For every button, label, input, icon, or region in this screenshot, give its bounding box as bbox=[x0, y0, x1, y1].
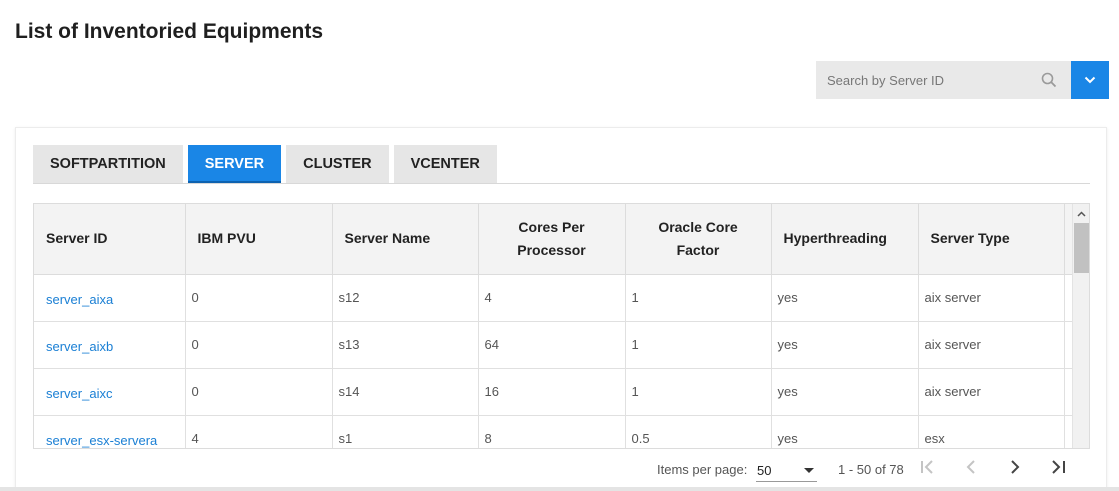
ibm-pvu-cell: 0 bbox=[185, 274, 333, 322]
previous-page-button[interactable] bbox=[957, 455, 985, 483]
tab-softpartition[interactable]: SOFTPARTITION bbox=[33, 145, 183, 183]
server-type-cell: aix server bbox=[918, 274, 1065, 322]
cores-cell: 64 bbox=[478, 321, 626, 369]
server-id-link[interactable]: server_aixc bbox=[46, 386, 112, 401]
server-id-cell[interactable]: server_aixa bbox=[34, 274, 186, 322]
items-per-page-value: 50 bbox=[757, 463, 772, 478]
table-row: server_aixa 0 s12 4 1 yes aix server bbox=[34, 274, 1074, 322]
table-scrollbar[interactable] bbox=[1072, 204, 1089, 448]
cores-cell: 16 bbox=[478, 368, 626, 416]
column-header-server-id[interactable]: Server ID bbox=[34, 204, 186, 275]
inventory-card: SOFTPARTITION SERVER CLUSTER VCENTER Ser… bbox=[15, 127, 1107, 491]
last-page-button[interactable] bbox=[1044, 455, 1072, 483]
tab-bar: SOFTPARTITION SERVER CLUSTER VCENTER bbox=[33, 145, 497, 183]
tab-cluster[interactable]: CLUSTER bbox=[286, 145, 389, 183]
oracle-core-factor-cell: 1 bbox=[625, 368, 772, 416]
hyperthreading-cell: yes bbox=[771, 415, 919, 448]
items-per-page-select[interactable]: 50 bbox=[756, 458, 817, 482]
search-box[interactable] bbox=[816, 61, 1071, 99]
search-options-dropdown-button[interactable] bbox=[1071, 61, 1109, 99]
page-title: List of Inventoried Equipments bbox=[15, 20, 324, 43]
server-type-cell: aix server bbox=[918, 321, 1065, 369]
table-row: server_esx-servera 4 s1 8 0.5 yes esx bbox=[34, 415, 1074, 448]
column-header-oracle-core-factor[interactable]: Oracle Core Factor bbox=[625, 204, 772, 275]
scroll-up-button[interactable] bbox=[1073, 204, 1089, 222]
column-header-server-type[interactable]: Server Type bbox=[918, 204, 1065, 275]
ibm-pvu-cell: 0 bbox=[185, 368, 333, 416]
bottom-divider bbox=[0, 487, 1119, 491]
server-id-cell[interactable]: server_aixc bbox=[34, 368, 186, 416]
server-type-cell: esx bbox=[918, 415, 1065, 448]
equipment-table: Server ID IBM PVU Server Name Cores Per … bbox=[34, 204, 1074, 448]
ibm-pvu-cell: 4 bbox=[185, 415, 333, 448]
next-page-button[interactable] bbox=[1001, 455, 1029, 483]
equipment-table-container: Server ID IBM PVU Server Name Cores Per … bbox=[33, 203, 1090, 449]
hyperthreading-cell: yes bbox=[771, 368, 919, 416]
scrollbar-thumb[interactable] bbox=[1074, 223, 1089, 273]
chevron-up-icon bbox=[1077, 204, 1086, 222]
page-range-label: 1 - 50 of 78 bbox=[838, 462, 904, 477]
server-name-cell: s12 bbox=[332, 274, 479, 322]
chevron-left-icon bbox=[965, 459, 977, 480]
chevron-down-icon bbox=[1084, 71, 1096, 89]
server-id-link[interactable]: server_aixa bbox=[46, 292, 113, 307]
cores-cell: 8 bbox=[478, 415, 626, 448]
paginator: Items per page: 50 1 - 50 of 78 bbox=[16, 458, 1108, 482]
search-icon[interactable] bbox=[1041, 72, 1057, 88]
column-header-ibm-pvu[interactable]: IBM PVU bbox=[185, 204, 333, 275]
last-page-icon bbox=[1049, 459, 1067, 480]
items-per-page-label: Items per page: bbox=[657, 462, 748, 477]
server-name-cell: s1 bbox=[332, 415, 479, 448]
column-header-server-name[interactable]: Server Name bbox=[332, 204, 479, 275]
oracle-core-factor-cell: 0.5 bbox=[625, 415, 772, 448]
server-name-cell: s14 bbox=[332, 368, 479, 416]
server-id-link[interactable]: server_esx-servera bbox=[46, 433, 157, 448]
first-page-icon bbox=[919, 459, 937, 480]
oracle-core-factor-cell: 1 bbox=[625, 274, 772, 322]
server-name-cell: s13 bbox=[332, 321, 479, 369]
column-header-cores-per-processor[interactable]: Cores Per Processor bbox=[478, 204, 626, 275]
server-id-cell[interactable]: server_esx-servera bbox=[34, 415, 186, 448]
ibm-pvu-cell: 0 bbox=[185, 321, 333, 369]
tab-server[interactable]: SERVER bbox=[187, 145, 282, 183]
first-page-button[interactable] bbox=[914, 455, 942, 483]
caret-down-icon bbox=[804, 468, 814, 473]
hyperthreading-cell: yes bbox=[771, 274, 919, 322]
server-id-cell[interactable]: server_aixb bbox=[34, 321, 186, 369]
tab-divider bbox=[33, 183, 1090, 184]
table-row: server_aixc 0 s14 16 1 yes aix server bbox=[34, 368, 1074, 416]
chevron-right-icon bbox=[1009, 459, 1021, 480]
cores-cell: 4 bbox=[478, 274, 626, 322]
server-type-cell: aix server bbox=[918, 368, 1065, 416]
column-header-hyperthreading[interactable]: Hyperthreading bbox=[771, 204, 919, 275]
table-row: server_aixb 0 s13 64 1 yes aix server bbox=[34, 321, 1074, 369]
table-header-row: Server ID IBM PVU Server Name Cores Per … bbox=[34, 204, 1074, 275]
search-input[interactable] bbox=[816, 61, 1026, 99]
hyperthreading-cell: yes bbox=[771, 321, 919, 369]
server-id-link[interactable]: server_aixb bbox=[46, 339, 113, 354]
tab-vcenter[interactable]: VCENTER bbox=[393, 145, 497, 183]
oracle-core-factor-cell: 1 bbox=[625, 321, 772, 369]
